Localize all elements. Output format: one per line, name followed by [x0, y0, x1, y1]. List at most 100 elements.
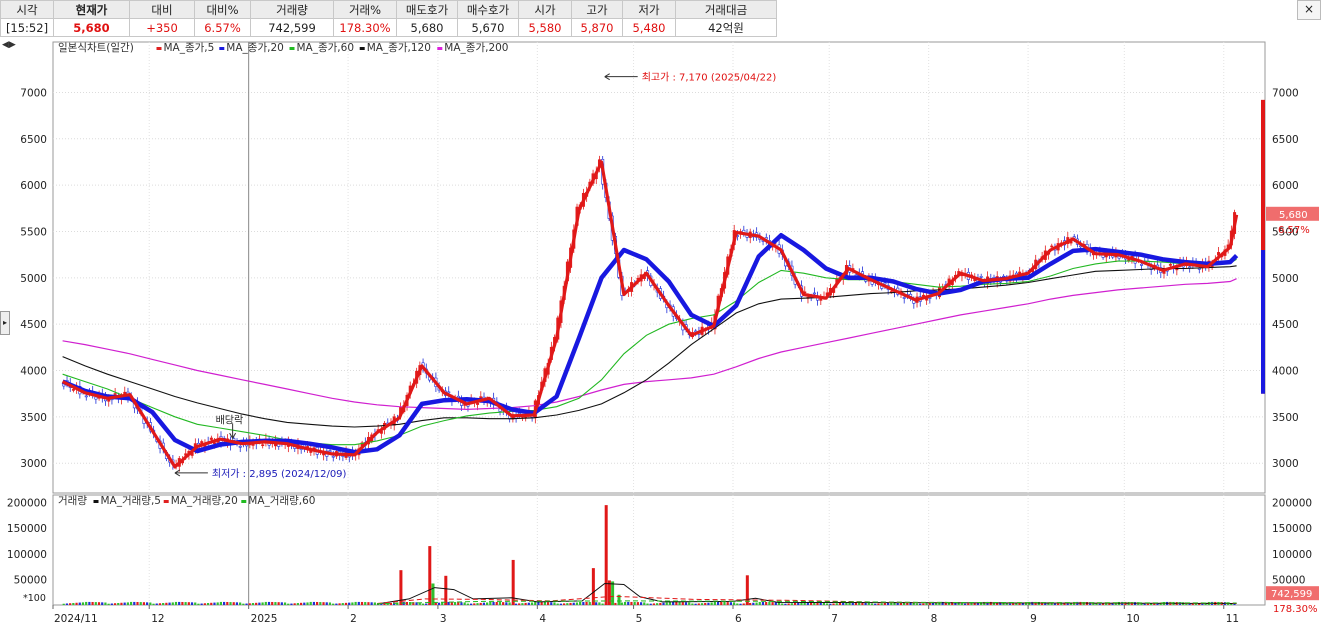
price-legend-swatch: [359, 47, 365, 50]
volume-legend-title: 거래량: [58, 495, 87, 507]
volume-bar: [826, 603, 829, 605]
volume-bar: [360, 601, 364, 605]
volume-bar: [476, 603, 479, 605]
volume-bar: [726, 602, 729, 605]
dividend-annotation: 배당락: [216, 415, 244, 427]
volume-bar: [113, 603, 117, 605]
volume-bar: [421, 603, 425, 605]
price-tick-left: 3000: [20, 458, 47, 470]
volume-bar: [585, 601, 588, 605]
volume-bar: [877, 603, 880, 605]
volume-tick-right: 50000: [1272, 574, 1305, 586]
volume-bar: [174, 601, 178, 605]
volume-tick-right: 150000: [1272, 523, 1312, 535]
volume-bar: [563, 603, 566, 605]
volume-legend-swatch: [241, 500, 247, 503]
volume-bar: [434, 602, 437, 605]
volume-bar: [700, 603, 704, 605]
volume-bar: [1005, 603, 1008, 605]
volume-bar: [643, 602, 646, 605]
volume-bar: [146, 602, 149, 605]
volume-bar: [678, 602, 681, 605]
volume-tick-right: 100000: [1272, 549, 1312, 561]
volume-bar: [258, 602, 261, 605]
price-legend-label: MA_종가,20: [226, 42, 284, 54]
volume-bar: [588, 602, 591, 605]
volume-bar: [123, 602, 126, 605]
current-volume-pct: 178.30%: [1273, 604, 1318, 615]
volume-bar: [110, 603, 113, 605]
volume-bar: [245, 603, 248, 605]
volume-bar: [120, 602, 123, 605]
candle: [1140, 263, 1144, 266]
volume-bar: [572, 602, 575, 605]
x-axis-label: 3: [440, 613, 447, 625]
volume-bar: [88, 601, 91, 605]
volume-bar: [598, 602, 601, 605]
volume-bar: [489, 601, 492, 605]
volume-bar: [691, 603, 694, 605]
volume-bar: [710, 602, 713, 605]
volume-bar: [178, 601, 181, 605]
volume-legend-label: MA_거래량,20: [171, 495, 238, 507]
price-range-bar-bottom: [1261, 250, 1265, 394]
volume-bar: [78, 602, 81, 605]
volume-bar: [335, 603, 338, 605]
volume-tick-left: 150000: [7, 523, 47, 535]
volume-bar: [566, 603, 569, 605]
low-annotation: 최저가 : 2,895 (2024/12/09): [212, 468, 347, 480]
candle: [447, 391, 451, 394]
volume-spike-bar: [591, 568, 595, 605]
volume-spike-bar: [431, 583, 435, 605]
candle: [476, 402, 480, 405]
volume-bar: [184, 602, 187, 605]
price-tick-right: 3000: [1272, 458, 1299, 470]
volume-bar: [277, 602, 280, 605]
volume-bar: [1143, 603, 1146, 605]
volume-bar: [129, 601, 133, 605]
volume-bar: [290, 603, 293, 605]
volume-bar: [316, 601, 319, 605]
x-axis-label: 2: [350, 613, 357, 625]
volume-bar: [271, 601, 274, 605]
volume-bar: [781, 603, 784, 605]
volume-bar: [373, 602, 376, 605]
volume-bar: [883, 603, 886, 605]
volume-bar: [181, 601, 184, 605]
volume-bar: [922, 603, 925, 605]
stock-chart[interactable]: 3000 3000 3500 3500 4000 4000 4500 4500 5000 5000…: [0, 0, 1321, 626]
volume-bar: [758, 601, 761, 605]
volume-bar: [870, 603, 874, 605]
volume-bar: [72, 602, 75, 605]
volume-bar: [797, 602, 800, 605]
volume-bar: [723, 602, 726, 605]
volume-bar: [842, 602, 845, 605]
volume-bar: [232, 602, 235, 605]
volume-legend-label: MA_거래량,5: [101, 495, 162, 507]
volume-bar: [697, 603, 700, 605]
volume-bar: [543, 602, 546, 605]
price-tick-left: 4000: [20, 366, 47, 378]
candle: [1168, 264, 1172, 266]
volume-bar: [582, 601, 585, 605]
x-axis-label: 4: [539, 613, 546, 625]
candle: [328, 450, 332, 452]
x-axis-label: 2025: [251, 613, 278, 625]
price-legend-label: MA_종가,200: [444, 42, 508, 54]
volume-bar: [668, 601, 672, 605]
volume-bar: [197, 603, 200, 605]
volume-bar: [694, 603, 697, 605]
volume-bar: [357, 601, 360, 605]
volume-bar: [1015, 603, 1018, 605]
price-tick-right: 6000: [1272, 180, 1299, 192]
candle: [812, 292, 816, 295]
volume-bar: [229, 602, 232, 605]
price-legend-swatch: [219, 47, 225, 50]
volume-bar: [639, 602, 643, 605]
volume-bar: [646, 603, 649, 605]
volume-bar: [206, 603, 210, 605]
volume-spike-bar: [604, 505, 608, 605]
volume-bar: [309, 601, 312, 605]
volume-bar: [441, 602, 444, 605]
volume-bar: [524, 602, 527, 605]
